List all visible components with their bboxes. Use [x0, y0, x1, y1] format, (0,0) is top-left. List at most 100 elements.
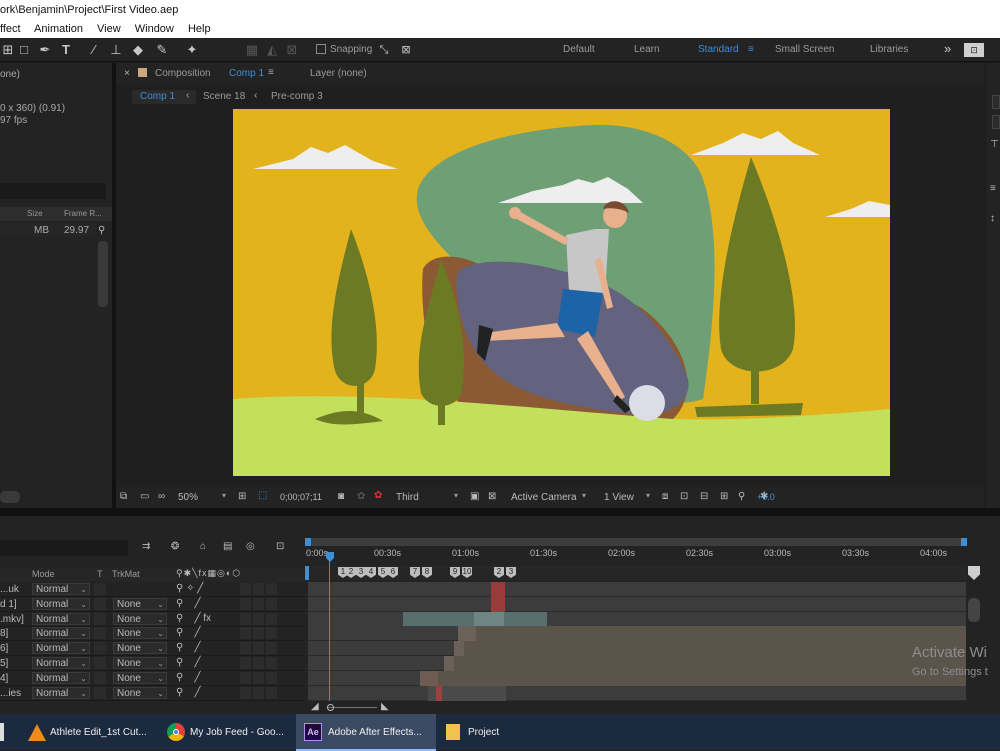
timecode-display[interactable]: 0;00;07;11: [280, 492, 322, 502]
workspace-learn[interactable]: Learn: [634, 44, 660, 55]
work-area-bar[interactable]: [305, 538, 967, 546]
menu-view[interactable]: View: [97, 23, 121, 35]
layer-duration-bar[interactable]: [454, 641, 966, 657]
layer-name[interactable]: 6]: [0, 643, 8, 654]
menu-effect[interactable]: ffect: [0, 23, 21, 35]
layer-duration-bar[interactable]: [436, 685, 442, 701]
timeline-search-input[interactable]: [0, 540, 128, 556]
layer-row[interactable]: ...ies Normal ⌄ None ⌄ ⚲ ╱: [0, 686, 304, 701]
channel-icon[interactable]: ✿: [374, 490, 382, 501]
quality-icon[interactable]: ╱: [197, 583, 203, 594]
preserve-transparency-toggle[interactable]: [94, 597, 106, 610]
track-matte-select[interactable]: None ⌄: [113, 642, 167, 655]
shy-layers-icon[interactable]: ⌂: [200, 541, 206, 552]
close-tab-icon[interactable]: ×: [124, 68, 130, 79]
project-item-row[interactable]: MB 29.97: [0, 223, 96, 237]
axis-local-icon[interactable]: ▦: [244, 42, 260, 58]
frame-blending-icon[interactable]: ▤: [223, 541, 232, 552]
switch-box[interactable]: [266, 657, 277, 669]
blend-mode-select[interactable]: Normal ⌄: [32, 583, 90, 595]
shy-icon[interactable]: ⚲: [176, 687, 183, 698]
timeline-track[interactable]: [308, 670, 966, 686]
workspace-menu-icon[interactable]: ≡: [748, 44, 754, 55]
fx-icon[interactable]: fx: [203, 613, 211, 624]
views-select[interactable]: 1 View: [604, 492, 634, 503]
switch-box[interactable]: [240, 686, 251, 699]
workspace-standard[interactable]: Standard: [698, 44, 739, 55]
toggle-mask-icon[interactable]: ⧉: [120, 491, 127, 502]
blend-mode-select[interactable]: Normal ⌄: [32, 627, 90, 640]
composition-viewer[interactable]: [233, 109, 890, 476]
graph-editor-icon[interactable]: ⊡: [276, 541, 284, 552]
collapse-icon[interactable]: ✧: [186, 583, 194, 594]
exposure-value[interactable]: +0.0: [757, 492, 775, 502]
comp-tab-name[interactable]: Comp 1: [229, 68, 264, 79]
switch-box[interactable]: [240, 627, 251, 640]
track-matte-select[interactable]: None ⌄: [113, 597, 167, 610]
switch-box[interactable]: [266, 642, 277, 655]
timeline-track[interactable]: [308, 626, 966, 642]
move-tool-icon[interactable]: ⊞: [0, 42, 16, 58]
layer-duration-bar[interactable]: [420, 670, 966, 686]
switch-box[interactable]: [253, 686, 264, 699]
track-matte-select[interactable]: None ⌄: [113, 657, 167, 669]
camera-snapshot-icon[interactable]: ◙: [338, 491, 344, 502]
puppet-tool-icon[interactable]: ✦: [184, 42, 200, 58]
monitor-icon[interactable]: ▭: [140, 491, 149, 502]
menu-help[interactable]: Help: [188, 23, 211, 35]
tab-menu-icon[interactable]: ≡: [268, 67, 274, 78]
switch-box[interactable]: [266, 612, 277, 625]
brush-tool-icon[interactable]: ⁄: [86, 42, 102, 58]
shy-icon[interactable]: ⚲: [176, 583, 183, 594]
shy-icon[interactable]: ⚲: [176, 627, 183, 638]
taskbar-chrome[interactable]: My Job Feed - Goo...: [160, 714, 296, 751]
clone-stamp-tool-icon[interactable]: ⊥: [108, 42, 124, 58]
switch-box[interactable]: [240, 583, 251, 595]
breadcrumb-scene18[interactable]: Scene 18: [203, 91, 245, 102]
timeline-v-scrollbar[interactable]: [968, 598, 980, 622]
col-mode[interactable]: Mode: [32, 569, 55, 579]
col-frame-rate[interactable]: Frame R...: [64, 209, 102, 218]
axis-view-icon[interactable]: ⊠: [284, 42, 300, 58]
layer-duration-bar[interactable]: [420, 670, 438, 686]
draft-3d-icon[interactable]: ❂: [171, 541, 179, 552]
chevron-left-icon[interactable]: ‹: [186, 90, 189, 101]
comp-mini-flowchart-icon[interactable]: ⇉: [142, 541, 150, 552]
timeline-track[interactable]: [308, 582, 966, 597]
switch-box[interactable]: [253, 627, 264, 640]
type-tool-icon[interactable]: T: [58, 42, 74, 58]
switch-box[interactable]: [240, 657, 251, 669]
flowchart-icon[interactable]: ⚲: [738, 491, 745, 502]
preserve-transparency-toggle[interactable]: [94, 627, 106, 640]
track-matte-select[interactable]: None ⌄: [113, 612, 167, 625]
rectangle-tool-icon[interactable]: □: [16, 42, 32, 58]
zoom-in-icon[interactable]: ◣: [381, 701, 389, 712]
layer-name[interactable]: 4]: [0, 673, 8, 684]
quality-icon[interactable]: ╱: [194, 598, 200, 609]
layer-row[interactable]: .mkv] Normal ⌄ None ⌄ ⚲ ╱ fx: [0, 612, 304, 627]
comp-flowchart-icon[interactable]: ⊟: [700, 491, 708, 502]
region-of-interest-icon[interactable]: ⬚: [258, 490, 267, 501]
breadcrumb-precomp3[interactable]: Pre-comp 3: [271, 91, 323, 102]
layer-duration-bar[interactable]: [474, 611, 504, 627]
layer-row[interactable]: 4] Normal ⌄ None ⌄ ⚲ ╱: [0, 671, 304, 686]
layer-row[interactable]: 8] Normal ⌄ None ⌄ ⚲ ╱: [0, 626, 304, 642]
breadcrumb-comp1[interactable]: Comp 1: [140, 91, 175, 102]
eraser-tool-icon[interactable]: ◆: [130, 42, 146, 58]
chevron-down-icon[interactable]: ▾: [582, 491, 586, 500]
project-search-input[interactable]: [0, 183, 106, 199]
project-h-scrollbar[interactable]: [0, 491, 20, 503]
work-area-end[interactable]: [961, 538, 967, 546]
switch-box[interactable]: [266, 686, 277, 699]
comp-tab-prefix[interactable]: Composition: [155, 68, 211, 79]
switch-box[interactable]: [266, 597, 277, 610]
taskbar-project-folder[interactable]: Project: [436, 714, 576, 751]
col-t[interactable]: T: [97, 569, 103, 579]
align-icon[interactable]: ⊤: [990, 139, 999, 150]
switch-box[interactable]: [240, 642, 251, 655]
taskbar-vlc[interactable]: Athlete Edit_1st Cut...: [22, 714, 160, 751]
snap-features-icon[interactable]: ⊠: [398, 42, 414, 58]
project-scrollbar[interactable]: [98, 241, 108, 307]
col-size[interactable]: Size: [27, 209, 43, 218]
preserve-transparency-toggle[interactable]: [94, 642, 106, 655]
